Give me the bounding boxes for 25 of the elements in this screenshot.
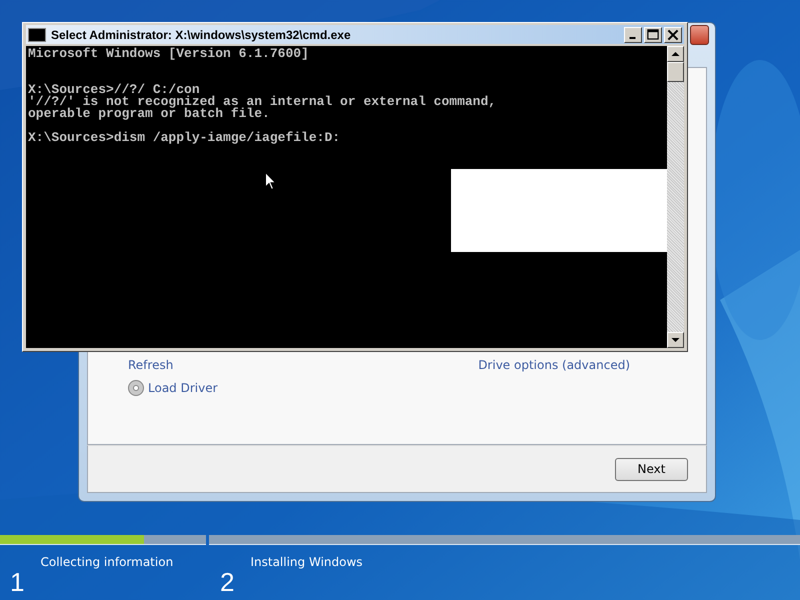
disc-icon: [128, 380, 144, 396]
console-line: Microsoft Windows [Version 6.1.7600]: [28, 48, 310, 60]
maximize-icon: [645, 28, 661, 42]
console-line: operable program or batch file.: [28, 108, 271, 120]
scroll-thumb[interactable]: [667, 62, 684, 82]
minimize-icon: [629, 36, 636, 38]
step-number: 2: [220, 566, 234, 595]
console-line: '//?/' is not recognized as an internal or external command,: [28, 96, 498, 108]
window-title: Select Administrator: X:\windows\system32\cmd.exe: [51, 28, 352, 42]
maximize-button[interactable]: [644, 26, 662, 42]
scroll-up-button[interactable]: [667, 46, 684, 62]
console-line: X:\Sources>dism /apply-iamge/iagefile:D:: [28, 132, 342, 144]
minimize-button[interactable]: [624, 26, 642, 42]
step-label: Collecting information: [40, 555, 174, 571]
step-number: 1: [10, 566, 24, 595]
console-line: X:\Sources>//?/ C:/con: [28, 84, 200, 96]
load-driver-link[interactable]: Load Driver: [148, 381, 218, 395]
pointer-icon: [265, 172, 277, 191]
close-icon: [665, 28, 681, 42]
drive-options-link[interactable]: Drive options (advanced): [478, 358, 630, 372]
console-icon: [28, 28, 46, 42]
step-label: Installing Windows: [250, 555, 363, 571]
refresh-link[interactable]: Refresh: [128, 358, 174, 372]
next-button[interactable]: Next: [615, 458, 688, 480]
scroll-down-button[interactable]: [667, 332, 684, 348]
